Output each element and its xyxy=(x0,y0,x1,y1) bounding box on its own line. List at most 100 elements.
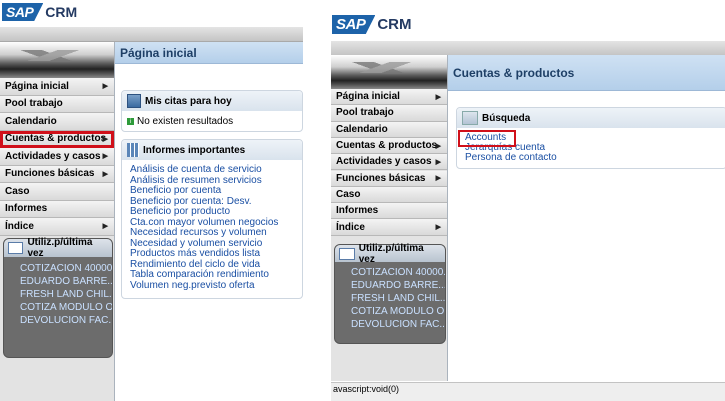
chevron-right-icon: ▶ xyxy=(102,170,108,178)
crm-logo-text: CRM xyxy=(45,4,78,20)
reports-card: Informes importantes Análisis de cuenta … xyxy=(121,139,303,299)
header-photo xyxy=(0,42,114,78)
chevron-right-icon: ▶ xyxy=(102,83,108,91)
sidebar-item-label: Calendario xyxy=(336,123,388,135)
sidebar-item-label: Funciones básicas xyxy=(336,172,426,184)
sap-logo-text: SAP xyxy=(332,15,376,34)
search-header: Búsqueda xyxy=(457,108,725,128)
sap-crm-logo: SAP CRM xyxy=(332,15,412,34)
sidebar-item[interactable]: Calendario xyxy=(331,121,447,138)
sap-logo-text: SAP xyxy=(2,3,44,21)
sidebar-item-label: Pool trabajo xyxy=(336,107,394,119)
sidebar-item-label: Cuentas & productos xyxy=(5,133,107,145)
sidebar-item-label: Caso xyxy=(336,188,361,200)
left-screen: SAP CRM Página inicial ▶ Pool trabajo Calen… xyxy=(0,0,303,401)
empty-message: No existen resultados xyxy=(137,116,234,127)
sidebar-item[interactable]: Cuentas & productos ▶ xyxy=(331,137,447,155)
reports-header: Informes importantes xyxy=(122,140,302,160)
sap-crm-logo: SAP CRM xyxy=(2,3,77,21)
sidebar-item[interactable]: Informes xyxy=(0,200,114,218)
chevron-right-icon: ▶ xyxy=(102,223,108,231)
recent-items-panel: Utiliz.p/última vez COTIZACION 40000... E… xyxy=(334,242,446,344)
sidebar-item-label: Actividades y casos xyxy=(5,150,101,162)
sidebar-item-label: Caso xyxy=(5,185,30,197)
sidebar-item[interactable]: Funciones básicas ▶ xyxy=(331,170,447,187)
sidebar-item-label: Índice xyxy=(5,220,34,232)
sidebar-item[interactable]: Actividades y casos ▶ xyxy=(331,154,447,171)
recent-item[interactable]: FRESH LAND CHIL... xyxy=(351,292,445,305)
sidebar-item-label: Pool trabajo xyxy=(5,98,63,110)
page-title: Cuentas & productos xyxy=(448,55,725,91)
sidebar-item[interactable]: Informes xyxy=(331,203,447,220)
appointments-title: Mis citas para hoy xyxy=(145,95,232,107)
report-link[interactable]: Beneficio por cuenta xyxy=(130,185,302,197)
appointments-card: Mis citas para hoy i No existen resultad… xyxy=(121,90,303,132)
sidebar-item[interactable]: Pool trabajo xyxy=(331,105,447,122)
sidebar-item-label: Funciones básicas xyxy=(5,168,95,180)
sidebar-item[interactable]: Calendario xyxy=(0,113,114,131)
appointments-header: Mis citas para hoy xyxy=(122,91,302,111)
sidebar-item-label: Informes xyxy=(5,203,48,215)
right-screen: SAP CRM Página inicial ▶ Pool trabajo Calen… xyxy=(331,0,725,401)
recent-items-header: Utiliz.p/última vez xyxy=(4,237,112,259)
chevron-right-icon: ▶ xyxy=(435,142,441,150)
sidebar-item[interactable]: Pool trabajo xyxy=(0,95,114,113)
recent-item[interactable]: COTIZA MODULO O... xyxy=(351,305,445,318)
folder-icon xyxy=(8,242,24,254)
chevron-right-icon: ▶ xyxy=(435,158,441,166)
recent-item[interactable]: FRESH LAND CHIL... xyxy=(20,288,112,301)
chevron-right-icon: ▶ xyxy=(435,224,441,232)
sidebar-item[interactable]: Actividades y casos ▶ xyxy=(0,148,114,166)
recent-items-title: Utiliz.p/última vez xyxy=(27,237,93,259)
recent-item[interactable]: DEVOLUCION FAC... xyxy=(20,314,112,327)
info-icon: i xyxy=(127,118,134,125)
report-link[interactable]: Necesidad recursos y volumen xyxy=(130,227,302,239)
report-link[interactable]: Productos más vendidos lista xyxy=(130,248,302,260)
recent-item[interactable]: EDUARDO BARRE... xyxy=(20,275,112,288)
crm-logo-text: CRM xyxy=(377,16,412,33)
sidebar-item[interactable]: Cuentas & productos ▶ xyxy=(0,130,114,148)
chevron-right-icon: ▶ xyxy=(102,135,108,143)
report-link[interactable]: Tabla comparación rendimiento xyxy=(130,269,302,281)
recent-items-header: Utiliz.p/última vez xyxy=(335,242,445,265)
reports-title: Informes importantes xyxy=(143,144,246,156)
sidebar-item[interactable]: Caso xyxy=(0,183,114,201)
recent-items-title: Utiliz.p/última vez xyxy=(358,242,424,265)
top-bar xyxy=(331,41,725,56)
recent-item[interactable]: COTIZACION 40000... xyxy=(351,266,445,279)
sidebar-item[interactable]: Página inicial ▶ xyxy=(331,89,447,106)
sidebar-item[interactable]: Índice ▶ xyxy=(331,219,447,236)
appointments-empty: i No existen resultados xyxy=(122,111,302,127)
sidebar: Página inicial ▶ Pool trabajo Calendario Cue… xyxy=(331,55,448,381)
sidebar-item-label: Cuentas & productos xyxy=(336,140,438,152)
sidebar-item-label: Informes xyxy=(336,205,379,217)
main-content: Cuentas & productos Búsqueda Accounts Jer… xyxy=(448,55,725,381)
calendar-icon xyxy=(127,94,141,108)
sidebar-item-label: Índice xyxy=(336,221,365,233)
sidebar-item[interactable]: Página inicial ▶ xyxy=(0,78,114,96)
top-bar xyxy=(0,27,303,42)
recent-item[interactable]: DEVOLUCION FAC... xyxy=(351,318,445,331)
status-bar: avascript:void(0) xyxy=(331,382,725,401)
accounts-highlight xyxy=(458,130,516,147)
chevron-right-icon: ▶ xyxy=(435,93,441,101)
sidebar-item[interactable]: Funciones básicas ▶ xyxy=(0,165,114,183)
sidebar: Página inicial ▶ Pool trabajo Calendario Cue… xyxy=(0,42,115,401)
search-link[interactable]: Persona de contacto xyxy=(465,153,725,163)
search-icon xyxy=(462,111,478,125)
main-content: Página inicial Mis citas para hoy i No e… xyxy=(115,42,303,401)
report-link[interactable]: Análisis de cuenta de servicio xyxy=(130,164,302,176)
report-icon xyxy=(127,143,139,157)
sidebar-item[interactable]: Caso xyxy=(331,186,447,204)
report-link[interactable]: Beneficio por producto xyxy=(130,206,302,218)
recent-item[interactable]: EDUARDO BARRE... xyxy=(351,279,445,292)
search-title: Búsqueda xyxy=(482,112,531,124)
chevron-right-icon: ▶ xyxy=(102,153,108,161)
recent-item[interactable]: COTIZA MODULO O... xyxy=(20,301,112,314)
sidebar-item-label: Página inicial xyxy=(336,91,400,103)
sidebar-item-label: Calendario xyxy=(5,115,57,127)
report-link[interactable]: Volumen neg.previsto oferta xyxy=(130,280,302,292)
recent-item[interactable]: COTIZACION 40000... xyxy=(20,262,112,275)
recent-items-panel: Utiliz.p/última vez COTIZACION 40000... E… xyxy=(3,237,113,358)
sidebar-item[interactable]: Índice ▶ xyxy=(0,218,114,236)
